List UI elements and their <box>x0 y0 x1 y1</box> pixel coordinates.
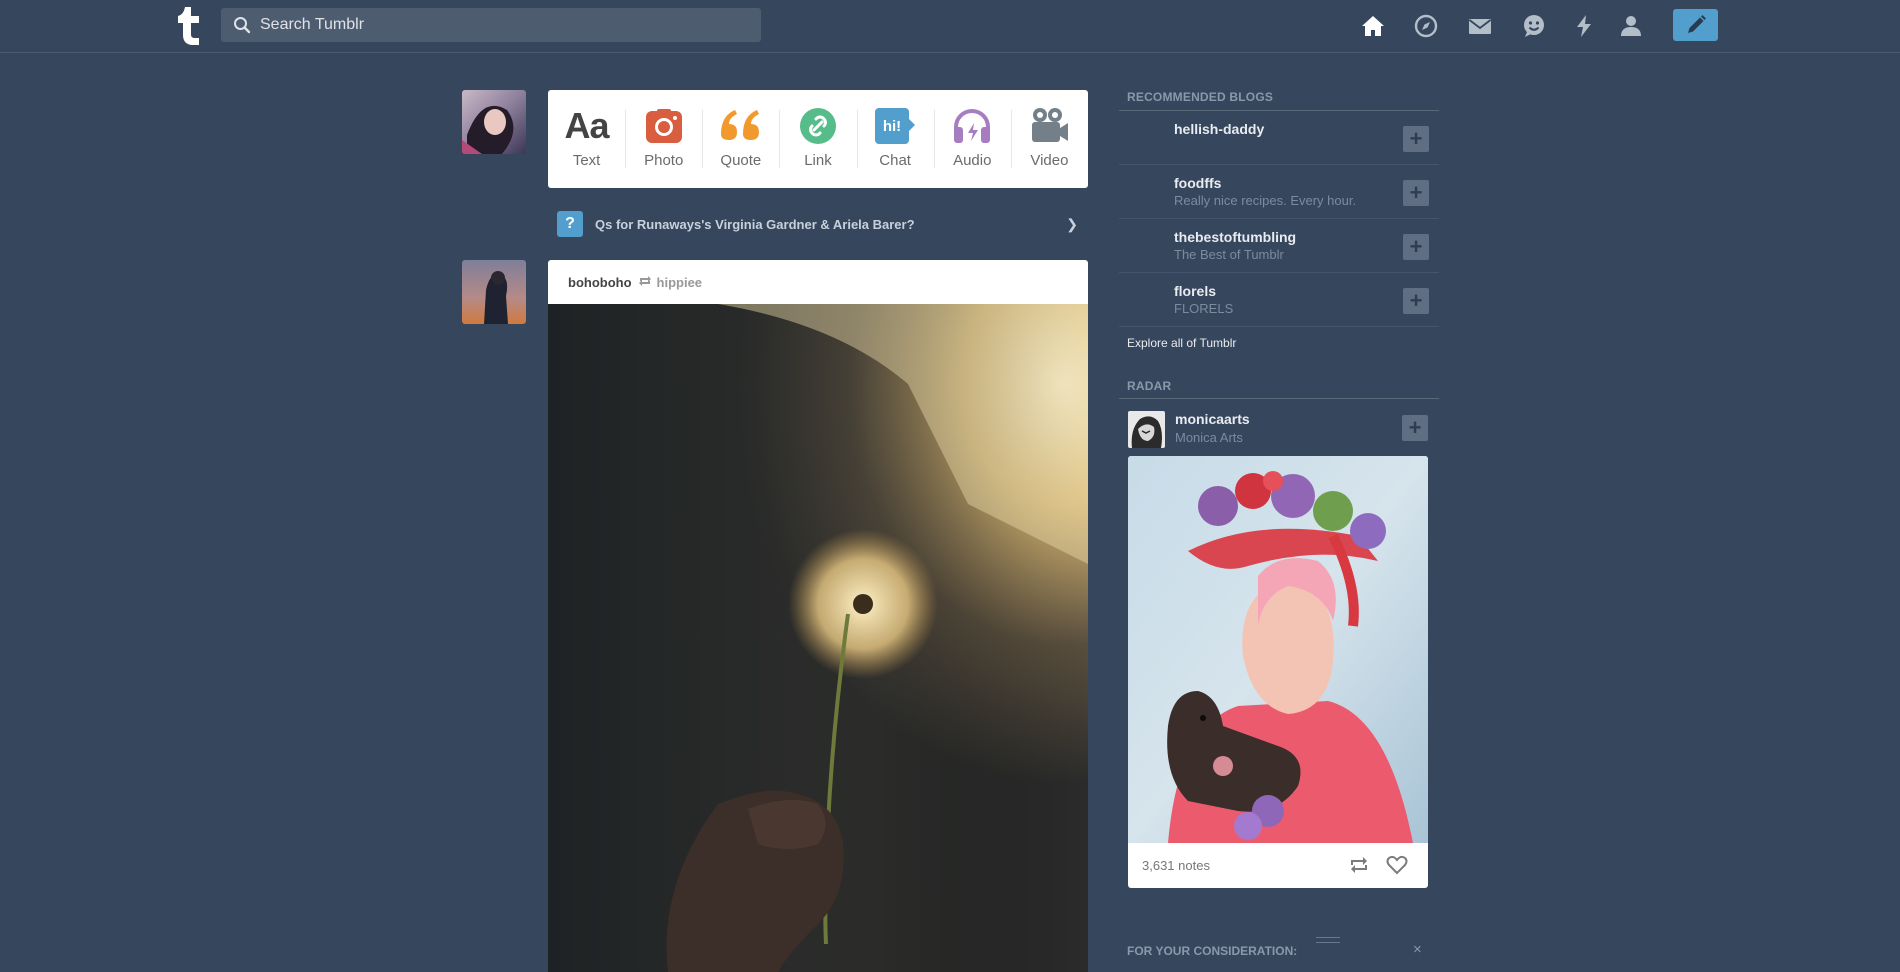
heart-icon[interactable] <box>1386 854 1408 876</box>
follow-button[interactable]: + <box>1402 415 1428 441</box>
account-icon[interactable] <box>1618 13 1644 39</box>
blog-description: The Best of Tumblr <box>1174 247 1284 262</box>
inbox-icon[interactable] <box>1467 13 1493 39</box>
camera-icon <box>645 106 683 146</box>
video-camera-icon <box>1029 106 1069 146</box>
post-author-avatar[interactable] <box>462 260 526 324</box>
post-type-text[interactable]: Aa Text <box>548 90 625 188</box>
search-input[interactable] <box>260 16 740 34</box>
headphones-icon <box>952 106 992 146</box>
recommended-blog-item[interactable]: florels FLORELS + <box>1119 273 1439 327</box>
drag-handle[interactable] <box>1316 937 1340 943</box>
chevron-right-icon: ❯ <box>1066 216 1078 232</box>
chat-icon: hi! <box>874 106 916 146</box>
section-divider <box>1119 398 1439 399</box>
recommended-blog-item[interactable]: foodffs Really nice recipes. Every hour.… <box>1119 165 1439 219</box>
recommended-blog-item[interactable]: thebestoftumbling The Best of Tumblr + <box>1119 219 1439 273</box>
post-type-photo[interactable]: Photo <box>625 90 702 188</box>
radar-post-footer: 3,631 notes <box>1128 843 1428 888</box>
blog-name[interactable]: hellish-daddy <box>1174 121 1264 137</box>
svg-text:hi!: hi! <box>883 118 901 135</box>
blog-description: FLORELS <box>1174 301 1234 316</box>
link-icon <box>799 106 837 146</box>
radar-blog-title: Monica Arts <box>1175 430 1243 445</box>
blog-description: Really nice recipes. Every hour. <box>1174 193 1357 208</box>
follow-button[interactable]: + <box>1403 126 1429 152</box>
post-type-label: Quote <box>720 152 762 169</box>
explore-link[interactable]: Explore all of Tumblr <box>1127 336 1236 350</box>
post-type-selector: Aa Text Photo Quote Link hi! Chat Audio <box>548 90 1088 188</box>
explore-icon[interactable] <box>1413 13 1439 39</box>
consideration-heading: FOR YOUR CONSIDERATION: <box>1127 944 1298 958</box>
question-banner[interactable]: ? Qs for Runaways's Virginia Gardner & A… <box>548 208 1088 240</box>
radar-blog-header: monicaarts Monica Arts + <box>1128 408 1438 448</box>
search-icon <box>234 17 251 34</box>
post-photo[interactable] <box>548 304 1088 972</box>
recommended-blogs-heading: RECOMMENDED BLOGS <box>1127 90 1274 104</box>
close-icon[interactable]: × <box>1413 941 1422 958</box>
post-type-link[interactable]: Link <box>779 90 856 188</box>
follow-button[interactable]: + <box>1403 288 1429 314</box>
post-type-label: Chat <box>879 152 911 169</box>
post-type-label: Video <box>1030 152 1069 169</box>
radar-post: 3,631 notes <box>1128 456 1428 888</box>
radar-blog-avatar[interactable] <box>1128 411 1165 448</box>
radar-post-image[interactable] <box>1128 456 1428 843</box>
tumblr-logo-icon[interactable] <box>178 7 204 45</box>
radar-heading: RADAR <box>1127 379 1172 393</box>
user-avatar[interactable] <box>462 90 526 154</box>
post-type-label: Text <box>572 152 601 169</box>
post-type-label: Audio <box>953 152 992 169</box>
quote-icon <box>719 106 763 146</box>
search-box[interactable] <box>221 8 761 42</box>
reblog-icon <box>638 275 652 290</box>
post-type-chat[interactable]: hi! Chat <box>856 90 934 188</box>
reblog-source-link[interactable]: hippiee <box>657 275 703 290</box>
dashboard-post: bohoboho hippiee <box>548 260 1088 972</box>
messaging-icon[interactable] <box>1521 13 1547 39</box>
blog-name[interactable]: foodffs <box>1174 175 1221 191</box>
follow-button[interactable]: + <box>1403 234 1429 260</box>
compose-button[interactable] <box>1673 9 1718 41</box>
top-nav-bar <box>0 0 1900 53</box>
blog-name[interactable]: florels <box>1174 283 1216 299</box>
question-banner-text: Qs for Runaways's Virginia Gardner & Ari… <box>595 216 915 232</box>
notes-count[interactable]: 3,631 notes <box>1142 858 1210 873</box>
activity-icon[interactable] <box>1571 13 1597 39</box>
pencil-icon <box>1687 15 1706 33</box>
post-type-quote[interactable]: Quote <box>702 90 779 188</box>
radar-blog-name[interactable]: monicaarts <box>1175 411 1250 427</box>
text-icon: Aa <box>564 105 610 146</box>
follow-button[interactable]: + <box>1403 180 1429 206</box>
question-icon: ? <box>557 211 583 237</box>
post-type-audio[interactable]: Audio <box>933 90 1011 188</box>
recommended-blog-item[interactable]: hellish-daddy + <box>1119 111 1439 165</box>
post-author-link[interactable]: bohoboho <box>568 275 632 290</box>
post-type-label: Link <box>804 152 832 169</box>
home-icon[interactable] <box>1360 13 1386 39</box>
post-type-label: Photo <box>644 152 684 169</box>
post-header: bohoboho hippiee <box>548 260 1088 304</box>
blog-name[interactable]: thebestoftumbling <box>1174 229 1296 245</box>
reblog-icon[interactable] <box>1348 854 1370 876</box>
post-type-video[interactable]: Video <box>1010 90 1088 188</box>
